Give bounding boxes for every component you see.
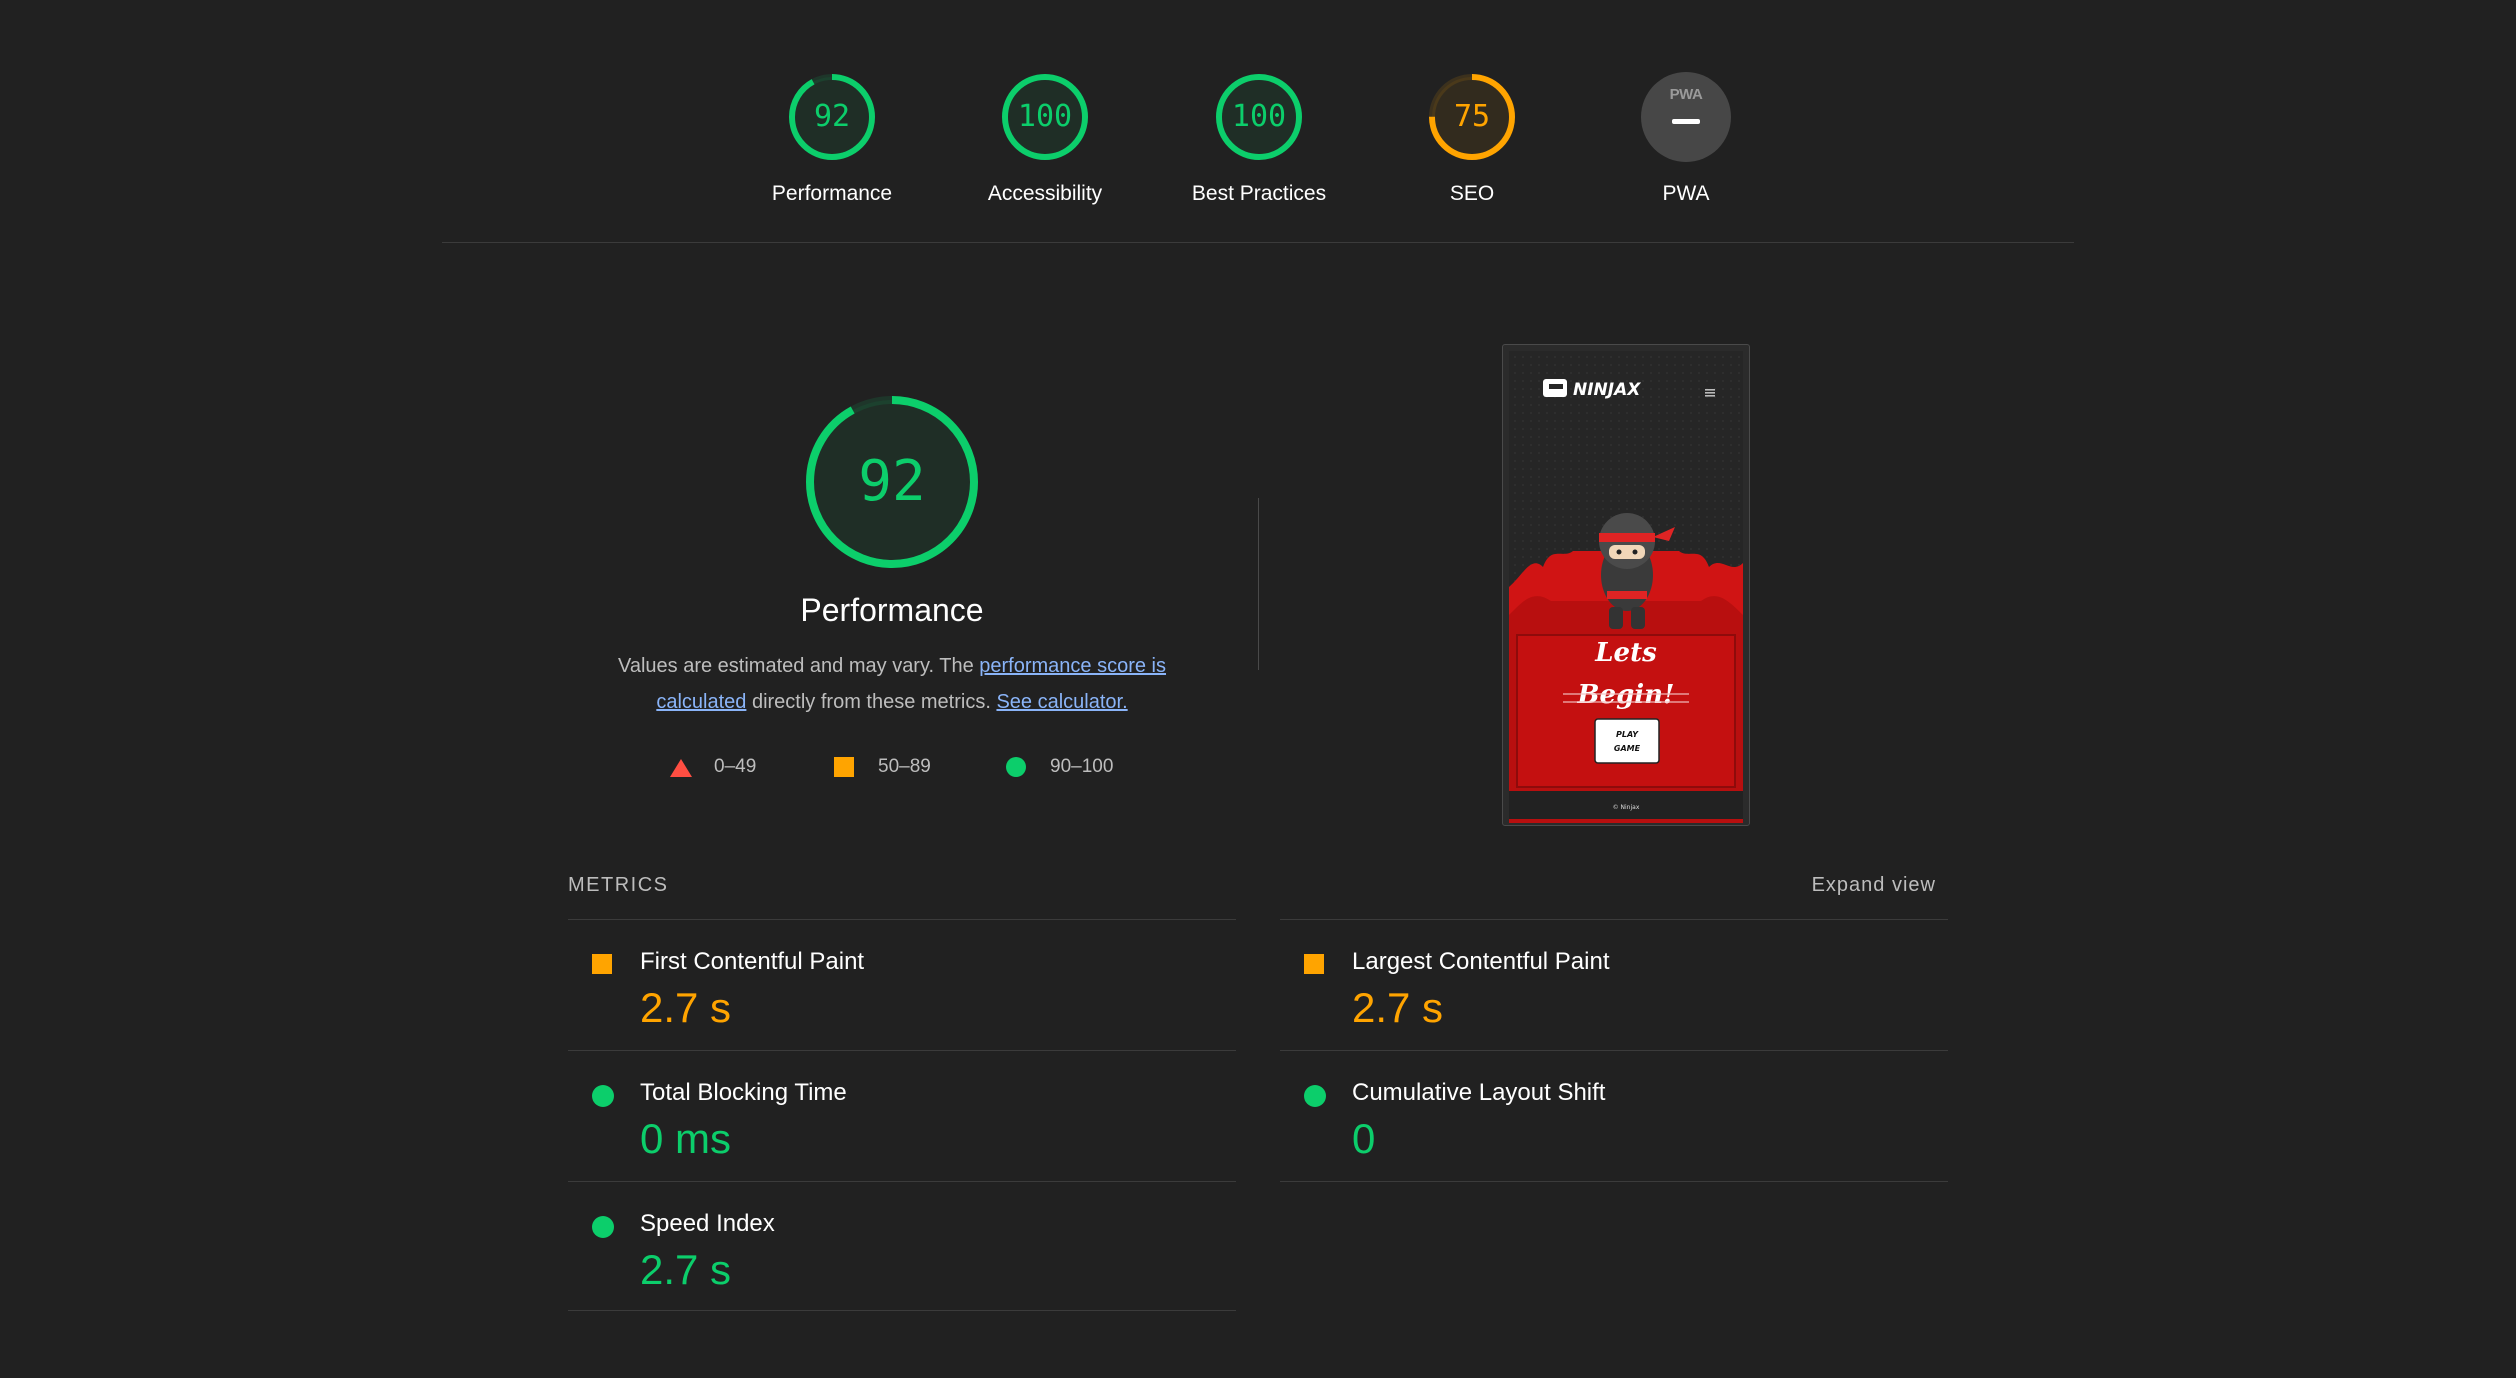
- final-screenshot[interactable]: NINJAX Lets Begin! PLAY GAME © Ninjax: [1502, 344, 1750, 826]
- metric-value: 0 ms: [640, 1115, 732, 1162]
- metric-largest-contentful-paint: Largest Contentful Paint 2.7 s: [1280, 920, 1948, 1050]
- pass-circle-icon: [592, 1216, 614, 1238]
- category-gauge-best-practices[interactable]: 100 Best Practices: [1159, 72, 1359, 206]
- pwa-badge-text: PWA: [1669, 86, 1703, 103]
- metric-title: Total Blocking Time: [640, 1079, 847, 1106]
- metric-value: 2.7 s: [1352, 984, 1444, 1031]
- pass-circle-icon: [1304, 1085, 1326, 1107]
- metric-title: Speed Index: [640, 1210, 775, 1237]
- category-label: Best Practices: [1191, 182, 1327, 205]
- category-gauge-accessibility[interactable]: 100 Accessibility: [945, 72, 1145, 206]
- performance-score: 92: [858, 449, 926, 514]
- category-label: PWA: [1662, 182, 1710, 205]
- description-text: Values are estimated and may vary. The: [617, 655, 980, 677]
- score-value: 75: [1453, 99, 1491, 134]
- divider: [568, 1310, 1236, 1311]
- pass-circle-icon: [592, 1085, 614, 1107]
- average-square-icon: [834, 757, 854, 777]
- description-text: directly from these metrics.: [746, 691, 997, 713]
- performance-title: Performance: [800, 592, 984, 628]
- legend-range: 90–100: [1050, 756, 1114, 777]
- score-ring: 100: [1000, 72, 1090, 162]
- dash-icon: [1672, 119, 1700, 124]
- footer-text: © Ninjax: [1613, 804, 1640, 811]
- metric-cumulative-layout-shift: Cumulative Layout Shift 0: [1280, 1051, 1948, 1181]
- category-label: Performance: [771, 182, 893, 205]
- score-ring: 100: [1214, 72, 1304, 162]
- average-square-icon: [1304, 954, 1324, 974]
- vertical-divider: [1258, 498, 1259, 670]
- performance-description: Values are estimated and may vary. The p…: [580, 648, 1204, 720]
- expand-view-button[interactable]: Expand view: [1700, 874, 1936, 897]
- score-ring: 75: [1427, 72, 1517, 162]
- average-square-icon: [592, 954, 612, 974]
- metric-value: 2.7 s: [640, 1246, 732, 1293]
- legend-range: 50–89: [878, 756, 931, 777]
- score-ring: 92: [787, 72, 877, 162]
- category-gauge-performance[interactable]: 92 Performance: [732, 72, 932, 206]
- brand-text: NINJAX: [1573, 380, 1641, 400]
- hamburger-menu-icon: [1705, 389, 1715, 397]
- metric-total-blocking-time: Total Blocking Time 0 ms: [568, 1051, 1236, 1181]
- screenshot-image: NINJAX Lets Begin! PLAY GAME © Ninjax: [1509, 351, 1743, 823]
- performance-gauge: 92: [802, 392, 982, 572]
- metric-title: Largest Contentful Paint: [1352, 948, 1610, 975]
- play-button-line-1: PLAY: [1616, 730, 1639, 739]
- pass-circle-icon: [1006, 757, 1026, 777]
- score-value: 92: [813, 99, 851, 134]
- metrics-header: METRICS: [568, 874, 669, 896]
- metric-first-contentful-paint: First Contentful Paint 2.7 s: [568, 920, 1236, 1050]
- category-label: Accessibility: [987, 182, 1103, 205]
- play-button-line-2: GAME: [1614, 744, 1641, 753]
- metric-speed-index: Speed Index 2.7 s: [568, 1182, 1236, 1312]
- divider: [1280, 1181, 1948, 1182]
- see-calculator-link[interactable]: See calculator.: [996, 691, 1127, 713]
- score-value: 100: [1017, 99, 1073, 134]
- metric-title: First Contentful Paint: [640, 948, 865, 975]
- metric-title: Cumulative Layout Shift: [1352, 1079, 1606, 1106]
- headline-line-1: Lets: [1594, 638, 1657, 668]
- metric-value: 0: [1352, 1115, 1376, 1162]
- category-gauge-seo[interactable]: 75 SEO: [1372, 72, 1572, 206]
- category-gauge-pwa[interactable]: PWA PWA: [1586, 72, 1786, 206]
- category-label: SEO: [1449, 182, 1495, 205]
- pwa-badge-icon: PWA: [1641, 72, 1731, 162]
- metric-value: 2.7 s: [640, 984, 732, 1031]
- ninjax-logo-icon: [1543, 379, 1567, 397]
- play-game-button: PLAY GAME: [1594, 718, 1660, 764]
- fail-triangle-icon: [670, 759, 692, 777]
- legend-range: 0–49: [714, 756, 757, 777]
- header-divider: [442, 242, 2074, 243]
- score-value: 100: [1231, 99, 1287, 134]
